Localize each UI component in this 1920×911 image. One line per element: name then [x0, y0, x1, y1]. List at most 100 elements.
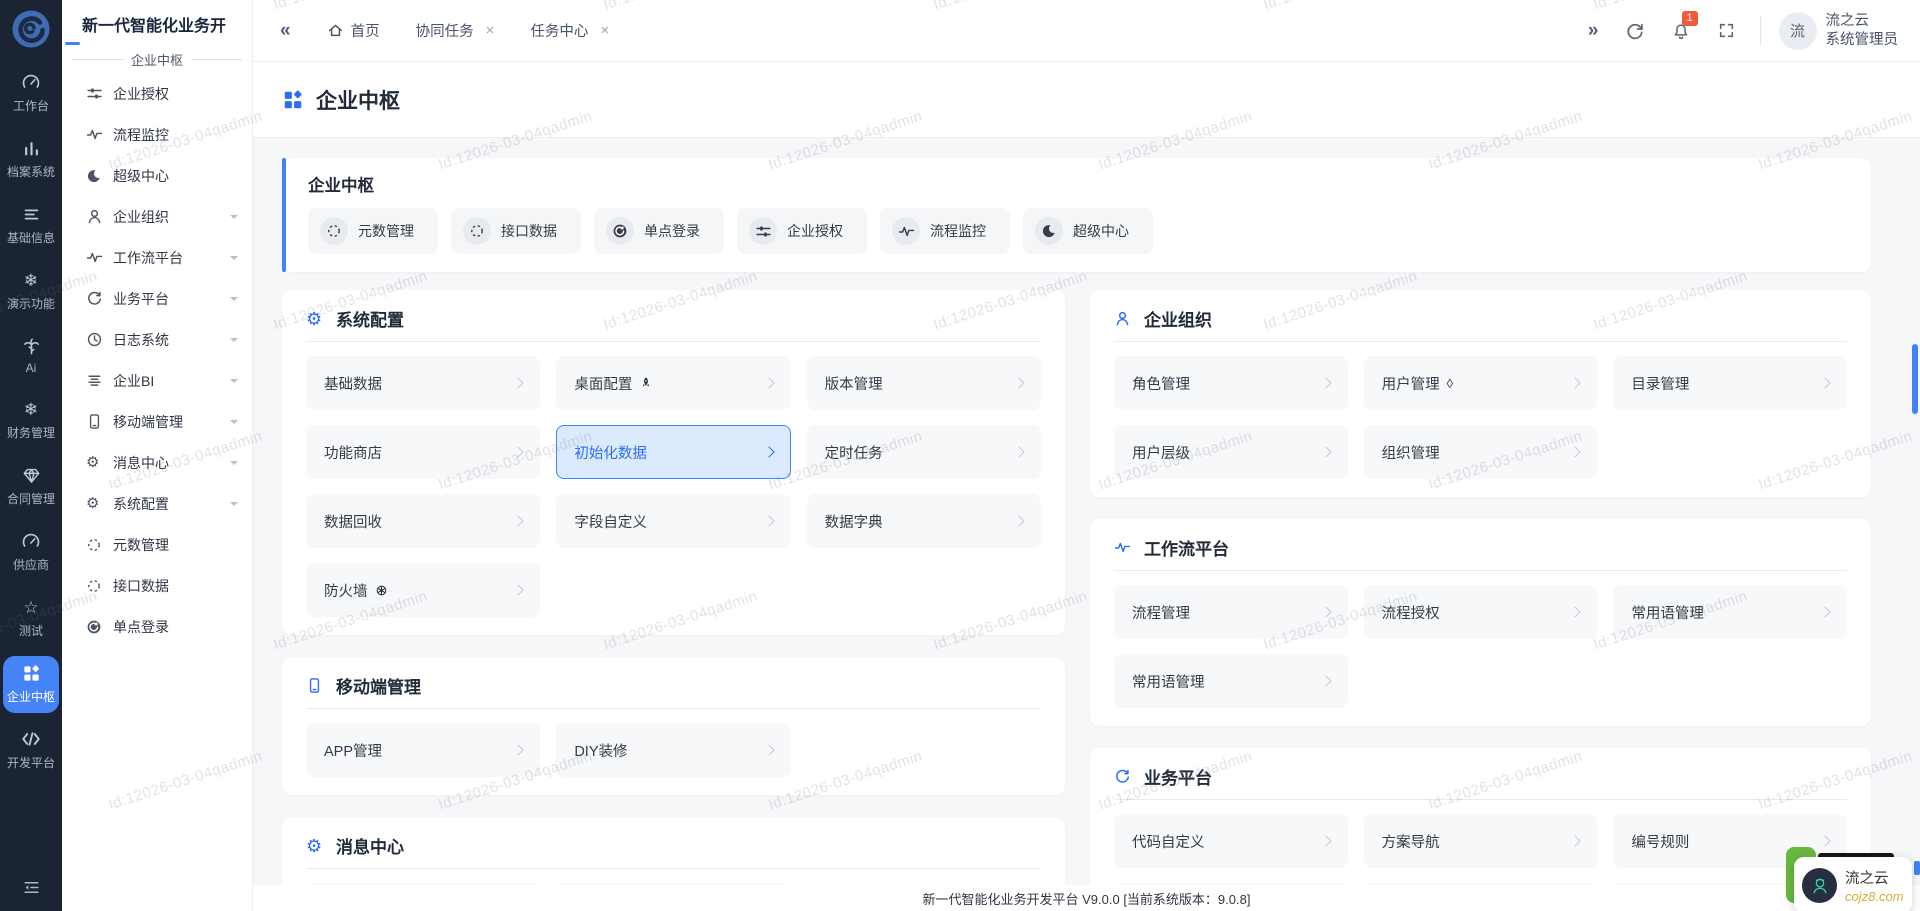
main-area: 企业中枢 企业中枢 元数管理 接口数据 单点登录 企业授权 流程监控 超级中心 — [253, 62, 1920, 911]
sidebar-item-7[interactable]: 企业BI — [62, 360, 252, 401]
feature-workflow-2[interactable]: 常用语管理 — [1613, 585, 1847, 639]
sidebar-item-8[interactable]: 移动端管理 — [62, 401, 252, 442]
sidebar-item-label: 单点登录 — [113, 617, 238, 637]
user-menu[interactable]: 流 流之云 系统管理员 — [1779, 12, 1899, 50]
chevron-right-icon — [763, 377, 774, 388]
speedometer-icon — [21, 72, 41, 92]
quick-chip-1[interactable]: 接口数据 — [451, 208, 581, 254]
rail-item-4[interactable]: Ai — [3, 329, 59, 383]
quick-chip-label: 流程监控 — [930, 221, 986, 241]
feature-org-2[interactable]: 目录管理 — [1613, 356, 1847, 410]
pulse-icon — [892, 217, 920, 245]
feature-label: 代码自定义 — [1132, 831, 1205, 852]
sidebar-item-6[interactable]: 日志系统 — [62, 319, 252, 360]
rail-item-7[interactable]: 供应商 — [3, 524, 59, 581]
feature-org-4[interactable]: 组织管理 — [1364, 425, 1598, 479]
rail-item-3[interactable]: ❄ 演示功能 — [3, 263, 59, 320]
feature-system_config-0[interactable]: 基础数据 — [306, 356, 540, 410]
sidebar-item-12[interactable]: 接口数据 — [62, 565, 252, 606]
feature-business-0[interactable]: 代码自定义 — [1114, 814, 1348, 868]
app-title: 新一代智能化业务开 — [62, 12, 252, 36]
sidebar-item-5[interactable]: 业务平台 — [62, 278, 252, 319]
left-column: ⚙系统配置 基础数据 桌面配置 版本管理 功能商店 初始化数据 定时任务 数据回… — [282, 290, 1065, 911]
feature-grid: 流程管理 流程授权 常用语管理 常用语管理 — [1114, 585, 1847, 708]
chevron-right-icon — [513, 515, 524, 526]
quick-chip-label: 元数管理 — [358, 221, 414, 241]
rail-item-8[interactable]: ☆ 测试 — [3, 590, 59, 647]
chat-widget-card[interactable]: 流之云 cojz8.com — [1794, 857, 1912, 911]
close-icon[interactable]: × — [600, 22, 609, 39]
sidebar-item-10[interactable]: ⚙ 系统配置 — [62, 483, 252, 524]
sidebar-item-1[interactable]: 流程监控 — [62, 114, 252, 155]
feature-system_config-8[interactable]: 数据字典 — [807, 494, 1041, 548]
quick-chip-3[interactable]: 企业授权 — [737, 208, 867, 254]
feature-workflow-0[interactable]: 流程管理 — [1114, 585, 1348, 639]
fullscreen-icon[interactable] — [1717, 21, 1736, 40]
sidebar-item-4[interactable]: 工作流平台 — [62, 237, 252, 278]
feature-mobile-0[interactable]: APP管理 — [306, 723, 540, 777]
sidebar-item-11[interactable]: 元数管理 — [62, 524, 252, 565]
feature-system_config-6[interactable]: 数据回收 — [306, 494, 540, 548]
feature-org-1[interactable]: 用户管理 ◊ — [1364, 356, 1598, 410]
sidebar-item-3[interactable]: 企业组织 — [62, 196, 252, 237]
star-icon: ☆ — [23, 597, 38, 617]
feature-label: 常用语管理 — [1132, 671, 1205, 692]
feature-system_config-5[interactable]: 定时任务 — [807, 425, 1041, 479]
tab-1[interactable]: 协同任务 × — [416, 20, 495, 41]
rail-item-9[interactable]: 企业中枢 — [3, 656, 59, 713]
chat-widget-text: 流之云 cojz8.com — [1845, 867, 1904, 904]
quick-chip-2[interactable]: 单点登录 — [594, 208, 724, 254]
tab-0[interactable]: 首页 — [327, 20, 380, 41]
title-underline — [65, 42, 80, 45]
scrollbar-thumb[interactable] — [1912, 344, 1918, 414]
expand-right-icon[interactable]: » — [1588, 20, 1599, 42]
card-system-config: ⚙系统配置 基础数据 桌面配置 版本管理 功能商店 初始化数据 定时任务 数据回… — [282, 290, 1065, 635]
tab-2[interactable]: 任务中心 × — [530, 20, 609, 41]
chevron-right-icon — [1013, 446, 1024, 457]
sliders-icon — [749, 217, 777, 245]
rail-item-label: 测试 — [19, 622, 43, 639]
quick-chip-4[interactable]: 流程监控 — [880, 208, 1010, 254]
sidebar-item-13[interactable]: 单点登录 — [62, 606, 252, 647]
feature-system_config-7[interactable]: 字段自定义 — [556, 494, 790, 548]
card-title: 移动端管理 — [336, 673, 421, 698]
sidebar-item-label: 企业组织 — [113, 207, 230, 227]
feature-label: 版本管理 — [825, 373, 883, 394]
sidebar-item-9[interactable]: ⚙ 消息中心 — [62, 442, 252, 483]
rail-collapse-menu-icon[interactable] — [22, 878, 41, 897]
rail-item-2[interactable]: 基础信息 — [3, 197, 59, 254]
feature-mobile-1[interactable]: DIY装修 — [556, 723, 790, 777]
sidebar-item-0[interactable]: 企业授权 — [62, 73, 252, 114]
brand-swirl-logo — [11, 9, 51, 49]
rail-item-label: 演示功能 — [7, 295, 55, 312]
feature-system_config-9[interactable]: 防火墙 — [306, 563, 540, 617]
feature-system_config-1[interactable]: 桌面配置 — [556, 356, 790, 410]
sidebar-item-2[interactable]: 超级中心 — [62, 155, 252, 196]
feature-system_config-4[interactable]: 初始化数据 — [556, 425, 790, 479]
user-name-block: 流之云 系统管理员 — [1826, 12, 1899, 50]
close-icon[interactable]: × — [486, 22, 495, 39]
feature-org-0[interactable]: 角色管理 — [1114, 356, 1348, 410]
collapse-left-icon[interactable]: « — [280, 20, 291, 42]
chevron-right-icon — [1013, 515, 1024, 526]
feature-label: 组织管理 — [1382, 442, 1440, 463]
feature-business-1[interactable]: 方案导航 — [1364, 814, 1598, 868]
feature-label: 流程授权 — [1382, 602, 1440, 623]
refresh-icon[interactable] — [1625, 21, 1645, 41]
right-area: « 首页 协同任务 × 任务中心 × » 1 — [253, 0, 1920, 911]
rail-item-10[interactable]: 开发平台 — [3, 722, 59, 779]
feature-org-3[interactable]: 用户层级 — [1114, 425, 1348, 479]
quick-chip-0[interactable]: 元数管理 — [308, 208, 438, 254]
bell-icon[interactable]: 1 — [1671, 21, 1691, 41]
rail-item-label: 供应商 — [13, 556, 49, 573]
rail-item-6[interactable]: 合同管理 — [3, 458, 59, 515]
feature-system_config-3[interactable]: 功能商店 — [306, 425, 540, 479]
feature-label: 用户管理 — [1382, 373, 1440, 394]
quick-chip-5[interactable]: 超级中心 — [1023, 208, 1153, 254]
rail-item-0[interactable]: 工作台 — [3, 65, 59, 122]
rail-item-5[interactable]: ❄ 财务管理 — [3, 392, 59, 449]
rail-item-1[interactable]: 档案系统 — [3, 131, 59, 188]
feature-workflow-3[interactable]: 常用语管理 — [1114, 654, 1348, 708]
feature-workflow-1[interactable]: 流程授权 — [1364, 585, 1598, 639]
feature-system_config-2[interactable]: 版本管理 — [807, 356, 1041, 410]
